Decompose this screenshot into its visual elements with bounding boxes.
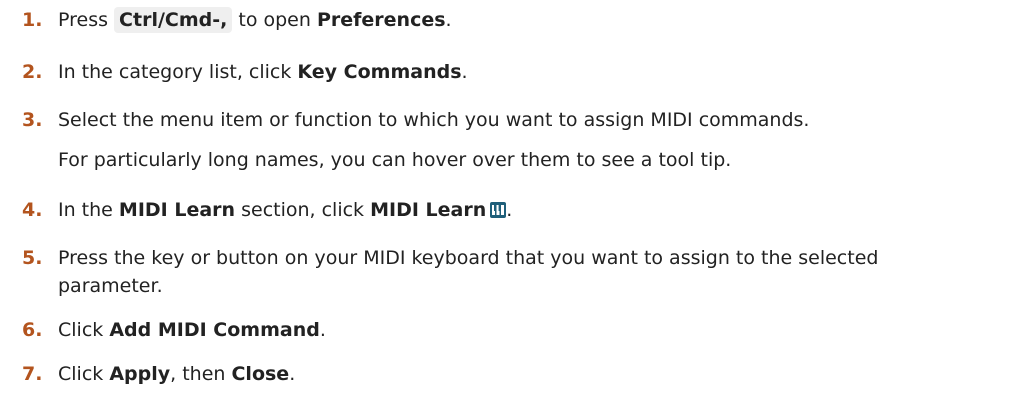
step-number: 2. <box>22 61 43 83</box>
step-text: In the category list, click Key Commands… <box>58 61 468 83</box>
step-text: Click Add MIDI Command. <box>58 319 326 341</box>
step-text: In the MIDI Learn section, click MIDI Le… <box>58 199 513 221</box>
step-number: 4. <box>22 199 43 221</box>
keyboard-shortcut: Ctrl/Cmd-, <box>114 7 233 33</box>
step-number: 7. <box>22 363 43 385</box>
step-text: Press Ctrl/Cmd-, to open Preferences. <box>58 7 452 33</box>
step-number: 5. <box>22 247 43 269</box>
step-text: Press the key or button on your MIDI key… <box>58 247 879 297</box>
step-number: 6. <box>22 319 43 341</box>
step-text: Select the menu item or function to whic… <box>58 109 810 171</box>
step-number: 3. <box>22 109 43 131</box>
step-text: Click Apply, then Close. <box>58 363 296 385</box>
midi-learn-icon <box>490 202 507 218</box>
step-number: 1. <box>22 9 43 31</box>
